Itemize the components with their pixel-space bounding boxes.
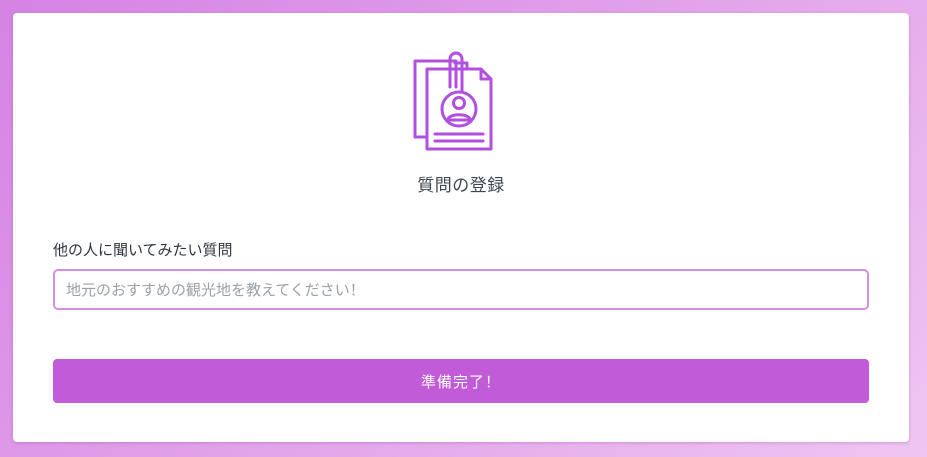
question-input[interactable] [53,269,869,310]
page-title: 質問の登録 [417,176,505,196]
submit-button[interactable]: 準備完了！ [53,359,869,403]
contact-clipboard-icon [411,51,495,151]
registration-card: 質問の登録 他の人に聞いてみたい質問 準備完了！ [13,13,909,442]
question-label: 他の人に聞いてみたい質問 [53,241,233,259]
